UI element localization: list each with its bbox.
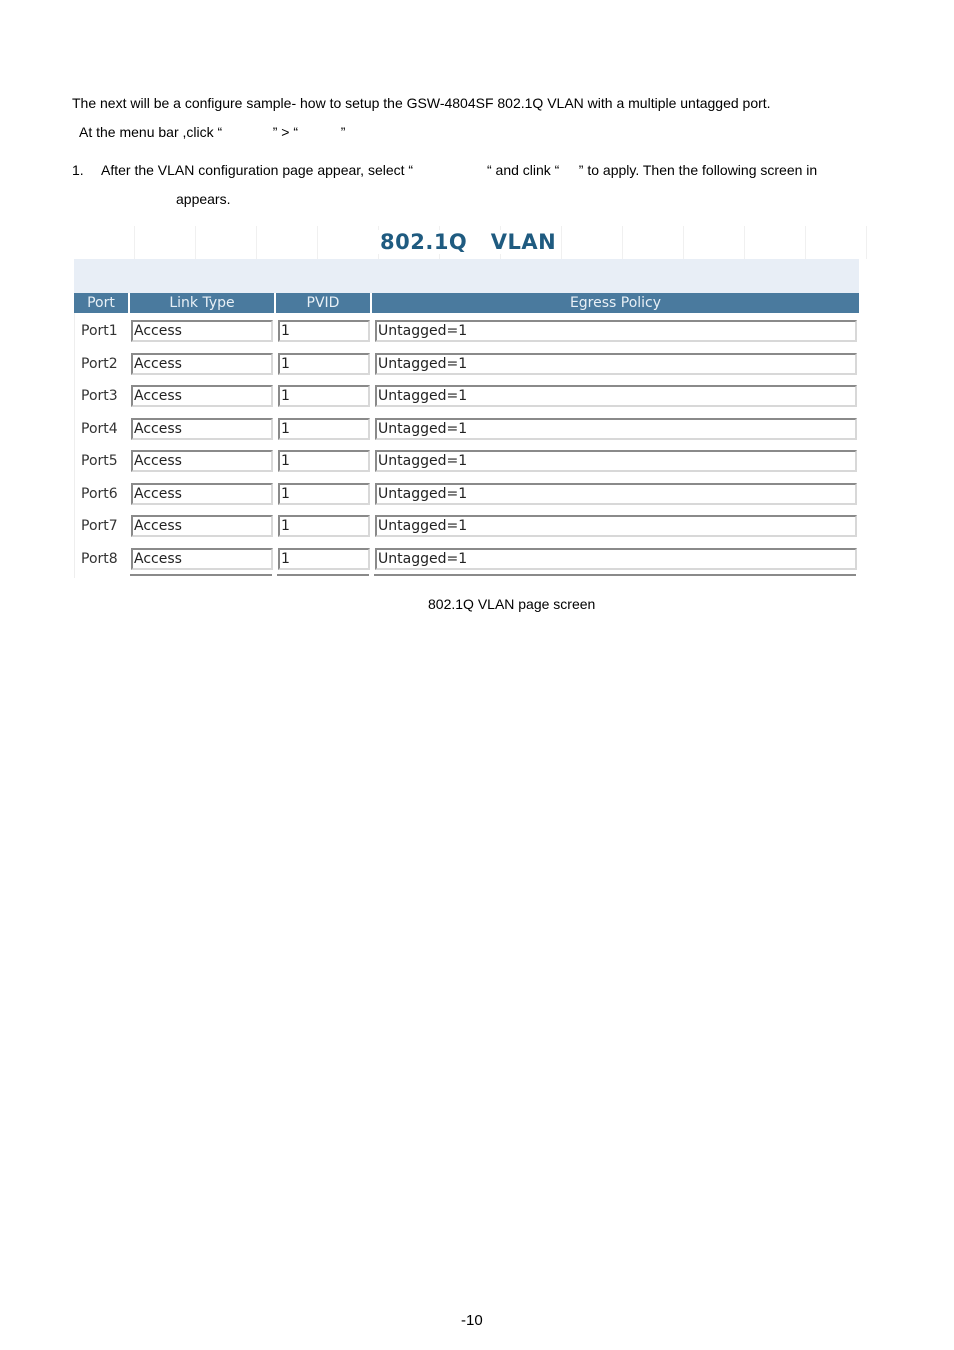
pvid-field[interactable]: 1	[278, 352, 370, 375]
link-type-field[interactable]: Access	[131, 450, 273, 473]
link-type-field[interactable]: Access	[131, 547, 273, 570]
pvid-field[interactable]: 1	[278, 385, 370, 408]
step-number: 1.	[72, 162, 84, 178]
port-label: Port8	[81, 550, 118, 567]
step-text-continued: appears.	[176, 191, 231, 207]
egress-policy-field[interactable]: Untagged=1	[375, 547, 857, 570]
link-type-field[interactable]: Access	[131, 385, 273, 408]
table-row: Port5 Access 1 Untagged=1	[74, 445, 859, 478]
column-header-pvid: PVID	[276, 293, 372, 313]
step-text: After the VLAN configuration page appear…	[101, 162, 818, 178]
egress-policy-field[interactable]: Untagged=1	[375, 320, 857, 343]
table-row: Port7 Access 1 Untagged=1	[74, 510, 859, 543]
port-label: Port2	[81, 355, 118, 372]
header-band	[74, 259, 859, 293]
link-type-field[interactable]: Access	[131, 417, 273, 440]
table-row: Port2 Access 1 Untagged=1	[74, 348, 859, 381]
egress-policy-field[interactable]: Untagged=1	[375, 450, 857, 473]
page-number: -10	[461, 1312, 483, 1329]
pvid-field[interactable]: 1	[278, 515, 370, 538]
port-label: Port3	[81, 388, 118, 405]
link-type-field[interactable]: Access	[131, 515, 273, 538]
table-row: Port4 Access 1 Untagged=1	[74, 413, 859, 446]
link-type-field[interactable]: Access	[131, 320, 273, 343]
port-table-body: Port1 Access 1 Untagged=1 Port2 Access 1 Untagg…	[74, 315, 859, 575]
link-type-field[interactable]: Access	[131, 482, 273, 505]
port-label: Port1	[81, 323, 118, 340]
pvid-field[interactable]: 1	[278, 482, 370, 505]
table-row: Port8 Access 1 Untagged=1	[74, 543, 859, 576]
column-header-link-type: Link Type	[130, 293, 276, 313]
port-label: Port5	[81, 453, 118, 470]
page-title: 802.1Q VLAN	[378, 230, 559, 254]
table-row: Port1 Access 1 Untagged=1	[74, 315, 859, 348]
link-type-field[interactable]: Access	[131, 352, 273, 375]
figure-caption: 802.1Q VLAN page screen	[428, 596, 596, 612]
pvid-field[interactable]: 1	[278, 547, 370, 570]
pvid-field[interactable]: 1	[278, 320, 370, 343]
table-row: Port6 Access 1 Untagged=1	[74, 478, 859, 511]
egress-policy-field[interactable]: Untagged=1	[375, 515, 857, 538]
intro-paragraph: The next will be a configure sample- how…	[72, 95, 771, 111]
egress-policy-field[interactable]: Untagged=1	[375, 385, 857, 408]
pvid-field[interactable]: 1	[278, 417, 370, 440]
egress-policy-field[interactable]: Untagged=1	[375, 417, 857, 440]
column-header-port: Port	[74, 293, 130, 313]
table-row: Port3 Access 1 Untagged=1	[74, 380, 859, 413]
table-header: Port Link Type PVID Egress Policy	[74, 293, 859, 313]
egress-policy-field[interactable]: Untagged=1	[375, 482, 857, 505]
egress-policy-field[interactable]: Untagged=1	[375, 352, 857, 375]
port-label: Port6	[81, 485, 118, 502]
menu-instruction: At the menu bar ,click “ ” > “ ”	[79, 124, 346, 140]
column-header-egress-policy: Egress Policy	[569, 295, 662, 311]
vlan-screenshot: 802.1Q VLAN Port Link Type PVID Egress P…	[74, 226, 867, 578]
port-label: Port7	[81, 518, 118, 535]
pvid-field[interactable]: 1	[278, 450, 370, 473]
port-label: Port4	[81, 420, 118, 437]
